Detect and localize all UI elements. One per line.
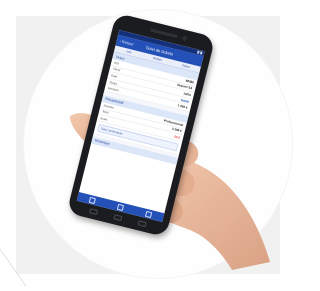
phone-speaker (149, 28, 178, 39)
battery-icon (199, 51, 203, 55)
row-key: Écart (100, 116, 108, 122)
phone-camera (181, 35, 188, 42)
home-icon[interactable] (88, 196, 96, 204)
row-value: 12/04 (182, 91, 192, 98)
row-key: Statut (109, 79, 118, 86)
home-key-icon[interactable] (113, 214, 123, 222)
row-key: Client (112, 66, 121, 73)
user-icon[interactable] (145, 210, 153, 218)
list-icon[interactable] (116, 203, 125, 211)
menu-key-icon[interactable] (137, 220, 147, 228)
row-key: Total (101, 109, 109, 116)
back-key-icon[interactable] (89, 208, 99, 216)
row-key: Date (110, 73, 118, 79)
row-value: 88386 (185, 78, 195, 85)
row-key: Réf (113, 60, 120, 66)
row-value: Validé (180, 97, 190, 104)
row-value: -12 € (172, 134, 181, 140)
